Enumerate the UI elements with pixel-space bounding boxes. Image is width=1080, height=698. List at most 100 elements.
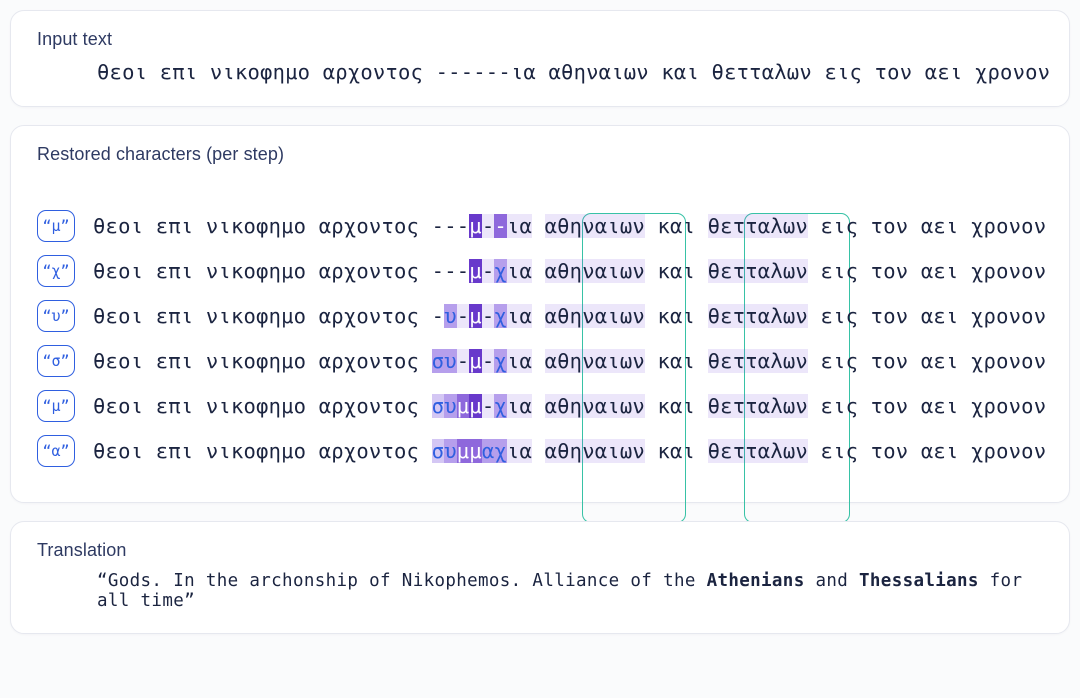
- gap-char: -: [432, 214, 445, 238]
- step-badge: “χ”: [37, 255, 75, 287]
- mid-text: και: [645, 349, 708, 373]
- restored-body: “μ”θεοι επι νικοφημο αρχοντος ---μ--ια α…: [37, 175, 1043, 467]
- suffix-text: εις τον αει χρονον: [808, 394, 1046, 418]
- mid-text: και: [645, 394, 708, 418]
- input-card: Input text θεοι επι νικοφημο αρχοντος --…: [10, 10, 1070, 107]
- gap-char: χ: [494, 349, 507, 373]
- step-text: θεοι επι νικοφημο αρχοντος συμμαχια αθην…: [93, 439, 1046, 463]
- translation-title: Translation: [37, 540, 1043, 561]
- gap-char: α: [519, 439, 532, 463]
- word-athenians: αθηναιων: [545, 304, 645, 328]
- gap-char: υ: [444, 439, 457, 463]
- restored-step-row: “υ”θεοι επι νικοφημο αρχοντος -υ-μ-χια α…: [37, 300, 1043, 332]
- gap-char: -: [457, 214, 470, 238]
- gap-char: ι: [507, 349, 520, 373]
- gap-char: α: [519, 259, 532, 283]
- restored-step-row: “μ”θεοι επι νικοφημο αρχοντος ---μ--ια α…: [37, 210, 1043, 242]
- gap-char: α: [519, 349, 532, 373]
- gap-char: -: [432, 304, 445, 328]
- gap-char: ι: [507, 214, 520, 238]
- gap-char: α: [519, 214, 532, 238]
- suffix-text: εις τον αει χρονον: [808, 214, 1046, 238]
- suffix-text: εις τον αει χρονον: [808, 259, 1046, 283]
- gap-char: ι: [507, 304, 520, 328]
- gap-char: -: [482, 259, 495, 283]
- lead-text: θεοι επι νικοφημο αρχοντος: [93, 214, 432, 238]
- mid-text: και: [645, 304, 708, 328]
- gap-char: υ: [444, 394, 457, 418]
- word-athenians: αθηναιων: [545, 394, 645, 418]
- restored-step-row: “χ” θεοι επι νικοφημο αρχοντος ---μ-χια α…: [37, 255, 1043, 287]
- gap-char: -: [482, 304, 495, 328]
- gap-char: μ: [469, 214, 482, 238]
- restored-step-row: “α”θεοι επι νικοφημο αρχοντος συμμαχια α…: [37, 435, 1043, 467]
- gap-char: -: [494, 214, 507, 238]
- translation-bold-thessalians: Thessalians: [859, 571, 979, 591]
- word-athenians: αθηναιων: [545, 214, 645, 238]
- mid-text: και: [645, 214, 708, 238]
- gap-char: ι: [507, 394, 520, 418]
- step-badge: “α”: [37, 435, 75, 467]
- word-thessalians: θετταλων: [708, 394, 808, 418]
- step-badge: “μ”: [37, 210, 75, 242]
- gap-char: -: [482, 394, 495, 418]
- gap-char: α: [482, 439, 495, 463]
- gap-char: μ: [469, 349, 482, 373]
- input-text: θεοι επι νικοφημο αρχοντος ------ια αθην…: [37, 60, 1043, 84]
- gap-char: α: [519, 394, 532, 418]
- lead-text: θεοι επι νικοφημο αρχοντος: [93, 259, 432, 283]
- restored-card: Restored characters (per step) “μ”θεοι ε…: [10, 125, 1070, 503]
- lead-text: θεοι επι νικοφημο αρχοντος: [93, 349, 432, 373]
- gap-char: μ: [469, 304, 482, 328]
- gap-char: σ: [432, 439, 445, 463]
- step-text: θεοι επι νικοφημο αρχοντος συ-μ-χια αθην…: [93, 349, 1046, 373]
- restored-step-row: “μ” θεοι επι νικοφημο αρχοντος συμμ-χια α…: [37, 390, 1043, 422]
- input-title: Input text: [37, 29, 1043, 50]
- suffix-text: εις τον αει χρονον: [808, 349, 1046, 373]
- lead-text: θεοι επι νικοφημο αρχοντος: [93, 304, 432, 328]
- gap-char: υ: [444, 304, 457, 328]
- gap-char: μ: [469, 439, 482, 463]
- gap-char: -: [482, 214, 495, 238]
- gap-char: χ: [494, 394, 507, 418]
- step-badge: “μ”: [37, 390, 75, 422]
- step-text: θεοι επι νικοφημο αρχοντος ---μ--ια αθην…: [93, 214, 1046, 238]
- step-badge: “υ”: [37, 300, 75, 332]
- gap-char: -: [482, 349, 495, 373]
- gap-char: α: [519, 304, 532, 328]
- gap-char: μ: [469, 259, 482, 283]
- gap-char: -: [457, 259, 470, 283]
- translation-text: “Gods. In the archonship of Nikophemos. …: [37, 571, 1043, 611]
- translation-prefix: “Gods. In the archonship of Nikophemos. …: [97, 571, 707, 591]
- gap-char: μ: [457, 394, 470, 418]
- lead-text: θεοι επι νικοφημο αρχοντος: [93, 439, 432, 463]
- word-athenians: αθηναιων: [545, 439, 645, 463]
- mid-text: και: [645, 439, 708, 463]
- translation-mid: and: [805, 571, 859, 591]
- gap-char: χ: [494, 304, 507, 328]
- mid-text: και: [645, 259, 708, 283]
- step-badge: “σ”: [37, 345, 75, 377]
- step-text: θεοι επι νικοφημο αρχοντος ---μ-χια αθην…: [93, 259, 1046, 283]
- suffix-text: εις τον αει χρονον: [808, 439, 1046, 463]
- gap-char: μ: [457, 439, 470, 463]
- step-text: θεοι επι νικοφημο αρχοντος συμμ-χια αθην…: [93, 394, 1046, 418]
- word-thessalians: θετταλων: [708, 349, 808, 373]
- word-athenians: αθηναιων: [545, 349, 645, 373]
- word-thessalians: θετταλων: [708, 214, 808, 238]
- gap-char: σ: [432, 394, 445, 418]
- gap-char: χ: [494, 439, 507, 463]
- gap-char: σ: [432, 349, 445, 373]
- gap-char: υ: [444, 349, 457, 373]
- word-thessalians: θετταλων: [708, 304, 808, 328]
- translation-bold-athenians: Athenians: [707, 571, 805, 591]
- suffix-text: εις τον αει χρονον: [808, 304, 1046, 328]
- translation-card: Translation “Gods. In the archonship of …: [10, 521, 1070, 634]
- word-thessalians: θετταλων: [708, 439, 808, 463]
- word-thessalians: θετταλων: [708, 259, 808, 283]
- gap-char: ι: [507, 439, 520, 463]
- gap-char: -: [444, 214, 457, 238]
- gap-char: ι: [507, 259, 520, 283]
- gap-char: -: [432, 259, 445, 283]
- gap-char: μ: [469, 394, 482, 418]
